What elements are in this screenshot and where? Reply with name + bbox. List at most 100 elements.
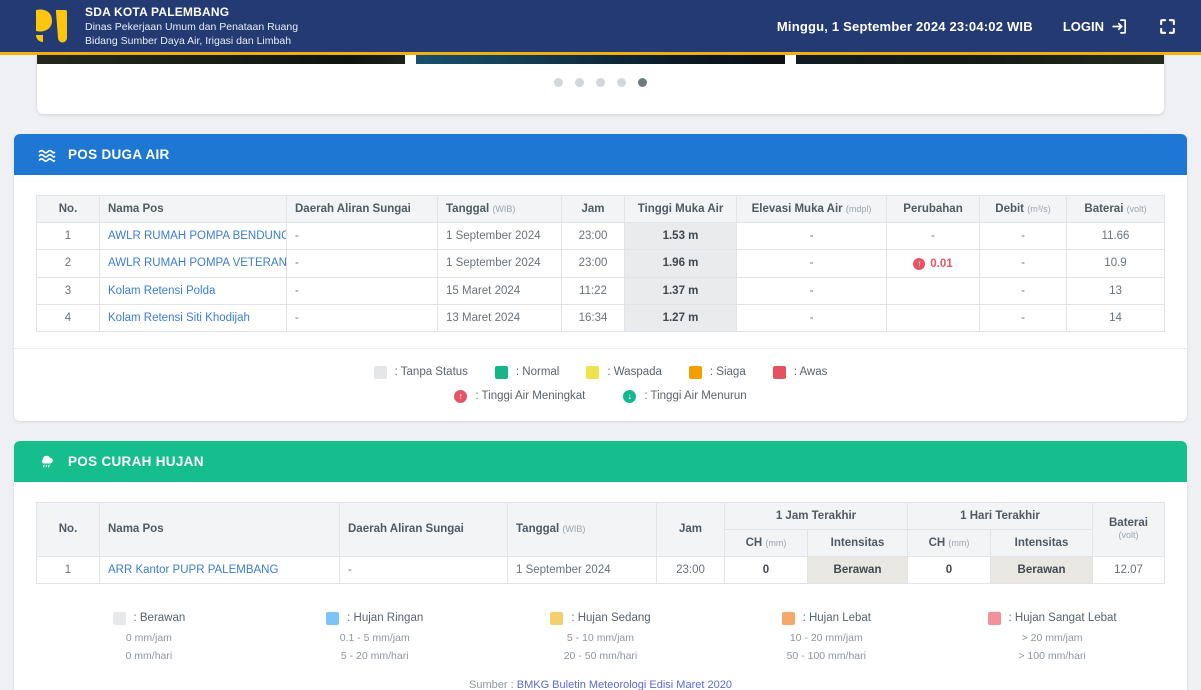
cell-elevasi: -: [737, 223, 887, 250]
pos-link[interactable]: ARR Kantor PUPR PALEMBANG: [108, 564, 278, 576]
col-nama-pos: Nama Pos: [100, 502, 340, 556]
cell-debit: -: [980, 223, 1067, 250]
cell-jam: 23:00: [562, 250, 625, 278]
col-group-1jam: 1 Jam Terakhir: [725, 502, 908, 529]
source-note: Sumber : BMKG Buletin Meteorologi Edisi …: [36, 679, 1165, 690]
carousel-dots: [37, 78, 1164, 87]
legend-swatch: [773, 366, 786, 379]
pos-link[interactable]: AWLR RUMAH POMPA BENDUNG: [108, 230, 287, 242]
carousel-dot-4[interactable]: [617, 78, 626, 87]
col-tanggal: Tanggal (WIB): [438, 196, 562, 223]
carousel-dot-3[interactable]: [596, 78, 605, 87]
cell-no: 2: [37, 250, 100, 278]
app-header: SDA KOTA PALEMBANG Dinas Pekerjaan Umum …: [0, 0, 1201, 55]
col-nama-pos: Nama Pos: [100, 196, 287, 223]
app-subtitle-2: Bidang Sumber Daya Air, Irigasi dan Limb…: [85, 35, 298, 47]
app-title: SDA KOTA PALEMBANG: [85, 5, 298, 19]
cell-das: -: [287, 223, 438, 250]
legend-rate-per-day: 5 - 20 mm/hari: [340, 647, 410, 665]
col-das: Daerah Aliran Sungai: [287, 196, 438, 223]
carousel-slide-thumbnail: [37, 55, 405, 64]
water-waves-icon: [37, 145, 57, 165]
legend-item-hujan-sedang: : Hujan Sedang 5 - 10 mm/jam 20 - 50 mm/…: [488, 612, 714, 666]
col-intensitas-1hari: Intensitas: [991, 529, 1093, 556]
brand: SDA KOTA PALEMBANG Dinas Pekerjaan Umum …: [30, 5, 298, 47]
cell-ch-1hari: 0: [908, 556, 991, 583]
carousel-slides: [37, 55, 1164, 64]
legend-label: : Hujan Sedang: [571, 612, 650, 624]
cell-jam: 23:00: [657, 556, 725, 583]
col-das: Daerah Aliran Sungai: [340, 502, 508, 556]
carousel-dot-5[interactable]: [638, 78, 647, 87]
legend-label: : Normal: [516, 366, 559, 378]
legend-label: : Tinggi Air Meningkat: [475, 390, 585, 402]
carousel-dot-2[interactable]: [575, 78, 584, 87]
cell-baterai: 12.07: [1093, 556, 1165, 583]
legend-label: : Hujan Ringan: [347, 612, 423, 624]
legend-swatch: [495, 366, 508, 379]
cell-debit: -: [980, 277, 1067, 304]
legend-label: : Tinggi Air Menurun: [644, 390, 746, 402]
cell-no: 4: [37, 304, 100, 331]
col-no: No.: [37, 502, 100, 556]
pos-link[interactable]: AWLR RUMAH POMPA VETERAN: [108, 257, 287, 269]
cell-tma: 1.37 m: [625, 277, 737, 304]
cell-baterai: 14: [1067, 304, 1165, 331]
legend-item-tanpa-status: : Tanpa Status: [374, 366, 468, 379]
cell-tma: 1.53 m: [625, 223, 737, 250]
legend-swatch: [782, 612, 795, 625]
legend-swatch: [374, 366, 387, 379]
cell-baterai: 10.9: [1067, 250, 1165, 278]
legend-label: : Siaga: [710, 366, 746, 378]
header-right: Minggu, 1 September 2024 23:04:02 WIB LO…: [777, 17, 1177, 36]
legend-label: : Hujan Lebat: [803, 612, 871, 624]
pos-curah-hujan-body: No. Nama Pos Daerah Aliran Sungai Tangga…: [14, 482, 1187, 690]
legend-item-berawan: : Berawan 0 mm/jam 0 mm/hari: [36, 612, 262, 666]
legend-label: : Awas: [794, 366, 828, 378]
source-link[interactable]: BMKG Buletin Meteorologi Edisi Maret 202…: [517, 679, 732, 690]
pos-duga-air-section: POS DUGA AIR No. Nama Pos Daerah Aliran …: [14, 134, 1187, 421]
cell-perubahan: [887, 304, 980, 331]
pos-duga-air-body: No. Nama Pos Daerah Aliran Sungai Tangga…: [14, 175, 1187, 421]
cell-jam: 11:22: [562, 277, 625, 304]
table-header-row: No. Nama Pos Daerah Aliran Sungai Tangga…: [37, 502, 1165, 529]
divider: [14, 348, 1187, 349]
status-legend: : Tanpa Status : Normal : Waspada : Siag…: [36, 366, 1165, 379]
login-button[interactable]: LOGIN: [1063, 18, 1128, 35]
section-title: POS DUGA AIR: [68, 147, 170, 162]
cell-elevasi: -: [737, 250, 887, 278]
col-baterai: Baterai (volt): [1093, 502, 1165, 556]
cell-das: -: [287, 250, 438, 278]
cell-no: 3: [37, 277, 100, 304]
legend-rate-per-hour: 0.1 - 5 mm/jam: [340, 629, 410, 647]
cell-ch-1jam: 0: [725, 556, 808, 583]
datetime-label: Minggu, 1 September 2024 23:04:02 WIB: [777, 19, 1033, 34]
legend-rate-per-hour: > 20 mm/jam: [1018, 629, 1085, 647]
pupr-logo-icon: [30, 6, 72, 46]
cell-debit: -: [980, 250, 1067, 278]
legend-label: : Tanpa Status: [395, 366, 468, 378]
col-tanggal: Tanggal (WIB): [508, 502, 657, 556]
cell-no: 1: [37, 556, 100, 583]
cell-tanggal: 13 Maret 2024: [438, 304, 562, 331]
col-ch-1jam: CH (mm): [725, 529, 808, 556]
cell-debit: -: [980, 304, 1067, 331]
col-elevasi: Elevasi Muka Air (mdpl): [737, 196, 887, 223]
carousel-dot-1[interactable]: [554, 78, 563, 87]
legend-item-awas: : Awas: [773, 366, 828, 379]
table-header-row: No. Nama Pos Daerah Aliran Sungai Tangga…: [37, 196, 1165, 223]
table-row: 3 Kolam Retensi Polda - 15 Maret 2024 11…: [37, 277, 1165, 304]
pos-link[interactable]: Kolam Retensi Siti Khodijah: [108, 312, 250, 324]
table-row: 2 AWLR RUMAH POMPA VETERAN - 1 September…: [37, 250, 1165, 278]
brand-text: SDA KOTA PALEMBANG Dinas Pekerjaan Umum …: [85, 5, 298, 47]
legend-rate-per-hour: 5 - 10 mm/jam: [564, 629, 638, 647]
col-no: No.: [37, 196, 100, 223]
fullscreen-button[interactable]: [1158, 17, 1177, 36]
cell-elevasi: -: [737, 277, 887, 304]
cell-no: 1: [37, 223, 100, 250]
legend-item-normal: : Normal: [495, 366, 559, 379]
pos-link[interactable]: Kolam Retensi Polda: [108, 285, 215, 297]
page-content: POS DUGA AIR No. Nama Pos Daerah Aliran …: [0, 55, 1201, 690]
cell-tanggal: 1 September 2024: [438, 223, 562, 250]
legend-swatch: [113, 612, 126, 625]
